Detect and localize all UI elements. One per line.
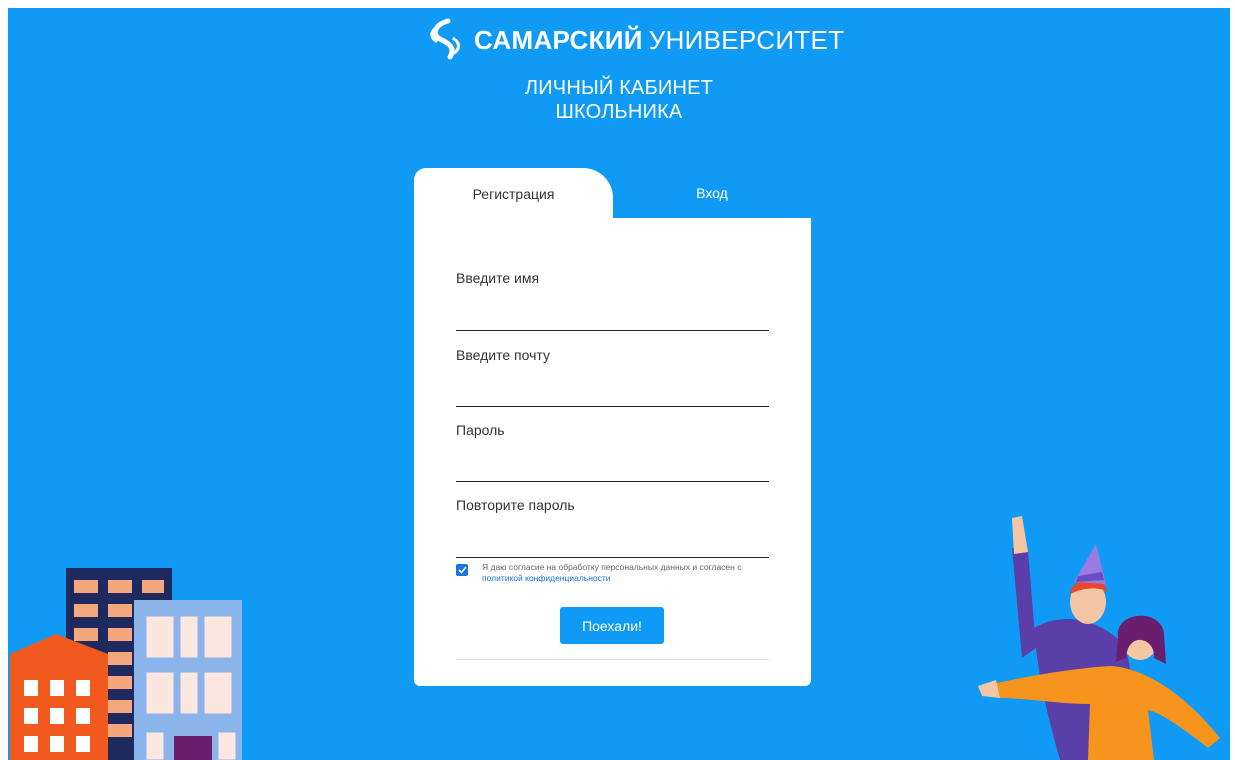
- tab-registration-label: Регистрация: [472, 186, 555, 202]
- page-background: САМАРСКИЙ УНИВЕРСИТЕТ ЛИЧНЫЙ КАБИНЕТ ШКОЛ…: [8, 8, 1230, 760]
- tab-login[interactable]: Вход: [613, 168, 811, 218]
- password-field-group: Пароль: [456, 422, 769, 482]
- name-field-group: Введите имя: [456, 270, 769, 331]
- registration-form-card: Введите имя Введите почту Пароль Повтори…: [414, 218, 811, 686]
- submit-button[interactable]: Поехали!: [560, 607, 664, 644]
- page-title-line-2: ШКОЛЬНИКА: [555, 101, 683, 123]
- consent-row: Я даю согласие на обработку персональных…: [456, 562, 769, 584]
- email-field-group: Введите почту: [456, 347, 769, 407]
- email-field-label: Введите почту: [456, 347, 550, 363]
- privacy-policy-link[interactable]: политикой конфиденциальности: [482, 573, 741, 584]
- consent-label: Я даю согласие на обработку персональных…: [482, 562, 742, 572]
- consent-text: Я даю согласие на обработку персональных…: [482, 562, 741, 584]
- checkmark-icon: [457, 566, 467, 574]
- card-divider: [456, 659, 769, 660]
- tab-login-label: Вход: [696, 185, 728, 201]
- password-field-label: Пароль: [456, 422, 505, 438]
- password-input[interactable]: [456, 455, 769, 482]
- repeat-password-field-label: Повторите пароль: [456, 497, 575, 513]
- tab-registration[interactable]: Регистрация: [414, 168, 613, 220]
- people-illustration: [978, 516, 1220, 760]
- buildings-illustration: [10, 568, 242, 760]
- email-input[interactable]: [456, 380, 769, 407]
- samara-university-logo-icon: [430, 18, 460, 60]
- brand-name-bold: САМАРСКИЙ: [474, 24, 643, 55]
- consent-checkbox[interactable]: [456, 564, 468, 576]
- name-field-label: Введите имя: [456, 270, 540, 286]
- repeat-password-input[interactable]: [456, 531, 769, 558]
- brand-name-light: УНИВЕРСИТЕТ: [648, 24, 845, 55]
- name-input[interactable]: [456, 304, 769, 331]
- page-title: ЛИЧНЫЙ КАБИНЕТ ШКОЛЬНИКА: [8, 76, 1230, 124]
- repeat-password-field-group: Повторите пароль: [456, 497, 769, 558]
- university-logo[interactable]: САМАРСКИЙ УНИВЕРСИТЕТ: [426, 14, 844, 66]
- page-title-line-1: ЛИЧНЫЙ КАБИНЕТ: [524, 77, 714, 99]
- auth-tabs: Регистрация Вход: [414, 168, 811, 220]
